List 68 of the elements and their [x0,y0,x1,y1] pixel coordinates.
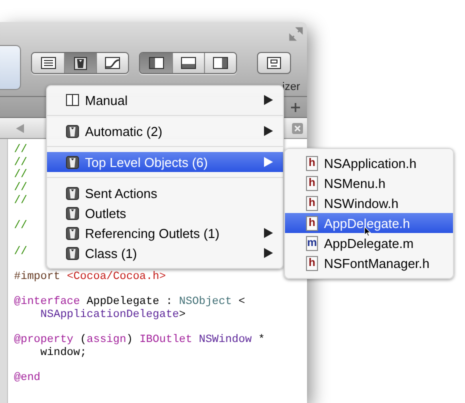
code-token: // [14,169,28,182]
menu-item[interactable]: Sent Actions [47,183,283,203]
code-token: assign [86,334,126,347]
curve-chart-icon [105,57,120,69]
tuxedo-icon [66,156,79,168]
split-view-icon [66,94,79,106]
text-lines-icon [40,57,56,69]
menu-item[interactable]: h AppDelegate.h [285,213,453,233]
tuxedo-icon [66,124,79,138]
code-token: NSWindow [198,334,252,347]
menu-item[interactable]: h NSMenu.h [285,173,453,193]
editor-mode-button[interactable] [64,53,96,73]
code-token: window; [39,347,87,360]
file-icon: h [306,196,318,210]
activity-display [0,45,21,90]
right-panel-icon [213,57,228,69]
organizer-button[interactable] [257,52,291,74]
file-icon: h [306,156,318,170]
menu-item[interactable]: Referencing Outlets (1) [47,223,283,243]
code-token: @interface [14,296,80,309]
tuxedo-icon [66,226,79,240]
code-token: #import [14,270,62,284]
menu-item[interactable]: Class (1) [47,243,283,263]
tuxedo-icon [66,246,79,260]
code-token: // [14,144,28,157]
code-token: // [14,220,28,233]
code-token: ( [79,334,87,347]
editor-mode-button[interactable] [96,53,128,73]
menu-item[interactable]: h NSWindow.h [285,193,453,213]
view-toggle-button[interactable] [172,53,204,73]
tuxedo-icon [66,186,79,200]
code-token: < [237,296,246,309]
code-token: // [14,182,28,195]
view-toggle-button[interactable] [204,53,236,73]
code-token: > [179,308,186,322]
code-token: * [257,334,265,347]
code-token: // [14,156,28,169]
menu-item[interactable]: Outlets [47,203,283,223]
file-icon: h [306,216,318,230]
file-icon: h [306,176,318,190]
menu-item[interactable]: h NSApplication.h [285,153,453,173]
code-token: AppDelegate : [86,296,174,309]
file-icon: h [306,256,318,270]
menu-item[interactable]: Automatic (2) [47,121,283,141]
code-token: // [14,194,28,208]
toolbar-label: izer [282,81,300,93]
code-token: IBOutlet [139,334,194,347]
editor-mode-button[interactable] [32,53,64,73]
bottom-panel-icon [181,57,196,69]
menu-item[interactable]: h NSFontManager.h [285,253,453,273]
tuxedo-icon [74,56,87,70]
menu-item[interactable]: Manual [47,90,283,110]
code-token: // [14,246,28,258]
expand-icon [289,27,303,41]
menu-item[interactable]: m AppDelegate.m [285,233,453,253]
code-token: ) [126,334,134,347]
code-token: NSApplicationDelegate [39,308,180,322]
file-icon: m [306,236,318,250]
plus-icon[interactable] [291,102,300,112]
code-token: @end [14,372,40,386]
view-toggle-button[interactable] [140,53,172,73]
window-icon [267,57,281,69]
code-token: <Cocoa/Cocoa.h> [66,270,166,284]
left-panel-icon [148,57,164,69]
menu-item[interactable]: Top Level Objects (6) [47,152,283,172]
code-token: NSObject [179,296,232,309]
code-token: @property [14,334,74,347]
tuxedo-icon [66,206,79,220]
